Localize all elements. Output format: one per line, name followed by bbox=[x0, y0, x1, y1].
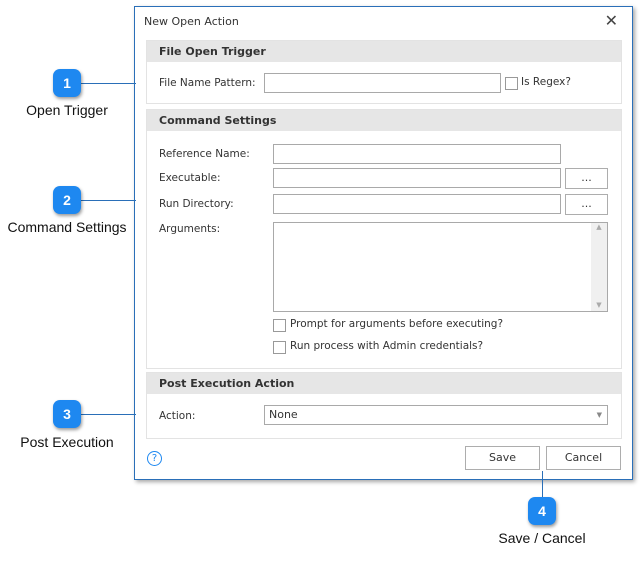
run-directory-input[interactable] bbox=[273, 194, 561, 214]
reference-name-label: Reference Name: bbox=[159, 148, 250, 160]
callout-badge-2: 2 bbox=[53, 186, 81, 214]
chevron-down-icon: ▼ bbox=[596, 411, 602, 419]
new-open-action-dialog: New Open Action ✕ File Open Trigger File… bbox=[134, 6, 633, 480]
section-header: Command Settings bbox=[147, 110, 621, 131]
is-regex-label: Is Regex? bbox=[521, 76, 571, 88]
callout-line bbox=[81, 83, 136, 84]
callout-text-4: Save / Cancel bbox=[498, 530, 586, 546]
scrollbar[interactable]: ▲ ▼ bbox=[591, 223, 607, 311]
callout-badge-1: 1 bbox=[53, 69, 81, 97]
admin-credentials-checkbox[interactable] bbox=[273, 341, 286, 354]
file-name-pattern-label: File Name Pattern: bbox=[159, 77, 256, 89]
action-value: None bbox=[269, 408, 298, 421]
close-icon[interactable]: ✕ bbox=[605, 11, 618, 30]
callout-text-2: Command Settings bbox=[7, 219, 127, 235]
executable-input[interactable] bbox=[273, 168, 561, 188]
file-name-pattern-input[interactable] bbox=[264, 73, 501, 93]
run-directory-label: Run Directory: bbox=[159, 198, 234, 210]
reference-name-input[interactable] bbox=[273, 144, 561, 164]
dialog-title: New Open Action bbox=[144, 15, 239, 28]
is-regex-checkbox[interactable] bbox=[505, 77, 518, 90]
callout-text-1: Open Trigger bbox=[26, 102, 108, 118]
admin-credentials-label: Run process with Admin credentials? bbox=[290, 340, 484, 352]
browse-directory-button[interactable]: ... bbox=[565, 194, 608, 215]
browse-executable-button[interactable]: ... bbox=[565, 168, 608, 189]
help-icon[interactable]: ? bbox=[147, 451, 162, 466]
command-settings-section: Command Settings Reference Name: Executa… bbox=[146, 109, 622, 369]
prompt-arguments-checkbox[interactable] bbox=[273, 319, 286, 332]
action-select[interactable]: None ▼ bbox=[264, 405, 608, 425]
callout-badge-4: 4 bbox=[528, 497, 556, 525]
cancel-button[interactable]: Cancel bbox=[546, 446, 621, 470]
post-execution-section: Post Execution Action Action: None ▼ bbox=[146, 372, 622, 439]
callout-text-3: Post Execution bbox=[20, 434, 114, 450]
executable-label: Executable: bbox=[159, 172, 221, 184]
file-open-trigger-section: File Open Trigger File Name Pattern: Is … bbox=[146, 40, 622, 104]
callout-badge-3: 3 bbox=[53, 400, 81, 428]
callout-line bbox=[81, 200, 136, 201]
arguments-label: Arguments: bbox=[159, 223, 221, 235]
arguments-textarea[interactable]: ▲ ▼ bbox=[273, 222, 608, 312]
callout-line bbox=[81, 414, 136, 415]
action-label: Action: bbox=[159, 410, 196, 422]
section-header: Post Execution Action bbox=[147, 373, 621, 394]
save-button[interactable]: Save bbox=[465, 446, 540, 470]
callout-line bbox=[542, 471, 543, 498]
prompt-arguments-label: Prompt for arguments before executing? bbox=[290, 318, 504, 330]
section-header: File Open Trigger bbox=[147, 41, 621, 62]
